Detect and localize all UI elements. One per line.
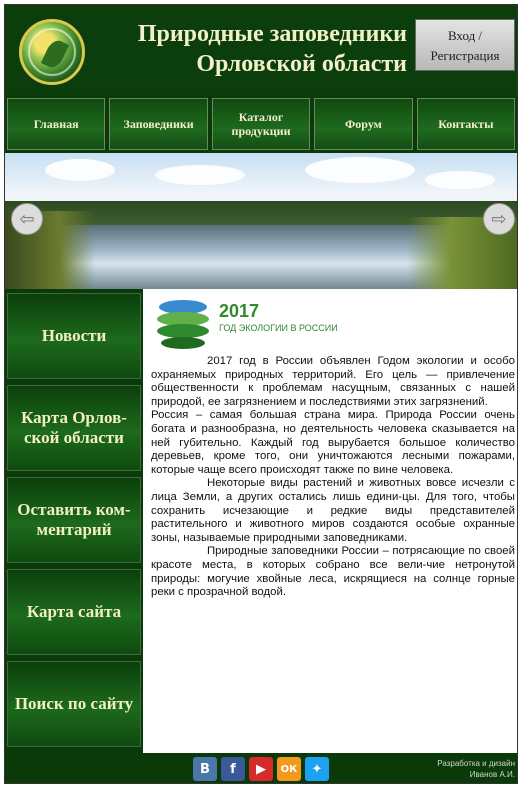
main-nav: Главная Заповедники Каталог продукции Фо… [5, 95, 517, 153]
main-content: 2017 ГОД ЭКОЛОГИИ В РОССИИ 2017 год в Ро… [147, 291, 517, 753]
sidebar: Новости Карта Орлов-ской области Оставит… [5, 289, 143, 753]
article-paragraph: 2017 год в России объявлен Годом экологи… [151, 355, 515, 408]
article-paragraph: Россия – самая большая страна мира. Прир… [151, 409, 515, 476]
login-register-button[interactable]: Вход / Регистрация [415, 19, 515, 71]
nav-item-contacts[interactable]: Контакты [416, 98, 516, 150]
social-links: B f ▶ ОК ✦ [193, 757, 329, 781]
login-label: Вход / [447, 28, 483, 43]
sidebar-item-news[interactable]: Новости [7, 293, 141, 379]
sidebar-item-leave-comment[interactable]: Оставить ком-ментарий [7, 477, 141, 563]
ecology-year-badge: 2017 ГОД ЭКОЛОГИИ В РОССИИ [153, 295, 403, 353]
cloud-shape [425, 171, 495, 189]
facebook-icon[interactable]: f [221, 757, 245, 781]
credit-line-1: Разработка и дизайн [437, 759, 515, 768]
credit-line-2: Иванов А.И. [469, 770, 515, 779]
article-paragraph: Некоторые виды растений и животных вовсе… [151, 477, 515, 544]
twitter-icon[interactable]: ✦ [305, 757, 329, 781]
site-title-line2: Орловской области [196, 51, 407, 77]
nav-item-forum[interactable]: Форум [314, 98, 413, 150]
arrow-left-icon[interactable]: ⇦ [11, 203, 43, 235]
vk-icon[interactable]: B [193, 757, 217, 781]
site-logo[interactable] [19, 19, 85, 85]
site-footer: B f ▶ ОК ✦ Разработка и дизайн Иванов А.… [5, 753, 517, 783]
banner-slider: ⇦ ⇨ [5, 153, 517, 289]
cloud-shape [155, 165, 245, 185]
ecology-logo-icon [157, 300, 209, 349]
odnoklassniki-icon[interactable]: ОК [277, 757, 301, 781]
nav-item-catalog[interactable]: Каталог продукции [211, 98, 311, 150]
site-header: Природные заповедники Орловской области … [5, 5, 517, 95]
site-title: Природные заповедники Орловской области [91, 19, 407, 79]
register-label: Регистрация [430, 48, 500, 63]
article-text: 2017 год в России объявлен Годом экологи… [151, 355, 515, 600]
ecology-year: 2017 [219, 301, 260, 321]
ecology-subtitle: ГОД ЭКОЛОГИИ В РОССИИ [219, 323, 338, 333]
sidebar-item-sitemap[interactable]: Карта сайта [7, 569, 141, 655]
page: Природные заповедники Орловской области … [4, 4, 518, 784]
footer-credit: Разработка и дизайн Иванов А.И. [405, 758, 515, 780]
nav-item-reserves[interactable]: Заповедники [109, 98, 208, 150]
sidebar-item-search[interactable]: Поиск по сайту [7, 661, 141, 747]
arrow-right-icon[interactable]: ⇨ [483, 203, 515, 235]
nav-item-home[interactable]: Главная [7, 98, 106, 150]
youtube-icon[interactable]: ▶ [249, 757, 273, 781]
cloud-shape [45, 159, 115, 181]
article-paragraph: Природные заповедники России – потрясающ… [151, 545, 515, 599]
sidebar-item-map-oryol[interactable]: Карта Орлов-ской области [7, 385, 141, 471]
site-title-line1: Природные заповедники [137, 21, 407, 47]
cloud-shape [305, 157, 415, 183]
